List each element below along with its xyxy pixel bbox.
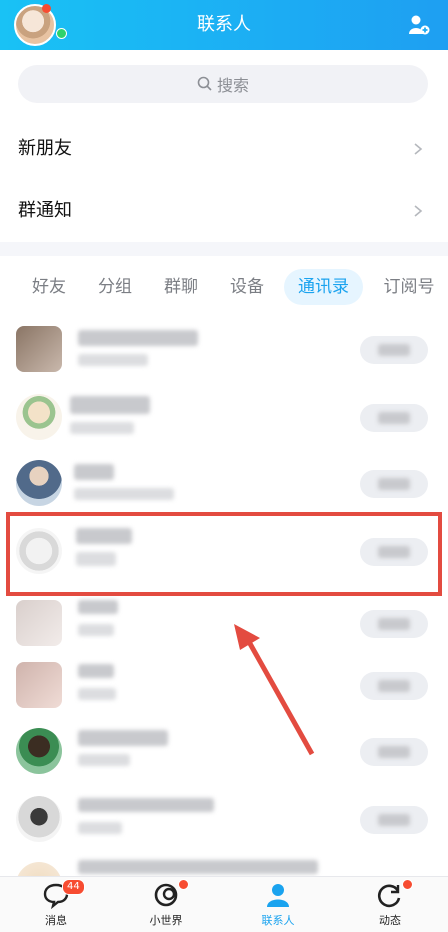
contact-avatar <box>16 862 62 876</box>
contact-row[interactable] <box>0 384 448 450</box>
contacts-person-icon <box>267 884 289 907</box>
tab-small-world[interactable]: 小世界 <box>126 877 206 932</box>
contact-name-blurred <box>78 330 198 346</box>
search-placeholder: 搜索 <box>216 76 249 95</box>
contact-info-blurred <box>74 488 174 500</box>
tab-contacts[interactable]: 联系人 <box>238 877 318 932</box>
search-icon <box>197 76 212 91</box>
contact-info-blurred <box>78 688 116 700</box>
annotation-arrow-icon <box>234 624 315 756</box>
group-notice-label: 群通知 <box>18 200 72 221</box>
contact-name-blurred <box>78 664 114 678</box>
tab-friends[interactable]: 好友 <box>22 264 76 310</box>
contact-action-button[interactable] <box>360 610 428 638</box>
contact-info-blurred <box>78 754 130 766</box>
contact-action-button[interactable] <box>360 470 428 498</box>
contact-action-button[interactable] <box>360 806 428 834</box>
contact-row[interactable] <box>0 852 448 876</box>
tab-small-world-label: 小世界 <box>149 914 183 927</box>
unread-badge: 44 <box>62 879 85 895</box>
contact-avatar <box>16 394 62 440</box>
contact-name-blurred <box>74 464 114 480</box>
contact-name-blurred <box>70 396 150 414</box>
contact-name-blurred <box>78 730 168 746</box>
add-friend-icon[interactable] <box>408 14 430 36</box>
tab-devices[interactable]: 设备 <box>220 264 274 310</box>
contact-avatar <box>16 326 62 372</box>
tab-address-book[interactable]: 通讯录 <box>284 269 363 305</box>
group-notice-row[interactable]: 群通知 <box>0 180 448 242</box>
tab-moments-label: 动态 <box>379 914 401 927</box>
contact-avatar <box>16 796 62 842</box>
tab-messages-label: 消息 <box>45 914 67 927</box>
highlight-box <box>6 512 442 596</box>
contact-action-button[interactable] <box>360 336 428 364</box>
tab-group-chats[interactable]: 群聊 <box>154 264 208 310</box>
contact-info-blurred <box>78 822 122 834</box>
contact-info-blurred <box>78 354 148 366</box>
top-bar: 联系人 <box>0 0 448 50</box>
contact-row[interactable] <box>0 316 448 382</box>
new-friends-label: 新朋友 <box>18 138 72 159</box>
contact-avatar <box>16 662 62 708</box>
contact-info-blurred <box>70 422 134 434</box>
bottom-tab-bar: 44 消息 小世界 联系人 动态 <box>0 876 448 932</box>
page-title: 联系人 <box>197 14 251 35</box>
tab-moments[interactable]: 动态 <box>350 877 430 932</box>
tab-messages[interactable]: 44 消息 <box>16 877 96 932</box>
contact-row[interactable] <box>0 590 448 656</box>
contact-action-button[interactable] <box>360 404 428 432</box>
contact-action-button[interactable] <box>360 738 428 766</box>
notification-dot <box>178 879 189 890</box>
tab-subscriptions[interactable]: 订阅号 <box>376 264 442 310</box>
contact-row[interactable] <box>0 652 448 718</box>
contact-tabs: 好友 分组 群聊 设备 通讯录 订阅号 <box>0 264 448 310</box>
contact-avatar <box>16 460 62 506</box>
small-world-icon <box>154 883 178 907</box>
notification-dot <box>402 879 413 890</box>
contact-avatar <box>16 600 62 646</box>
contact-row[interactable] <box>0 786 448 852</box>
contact-avatar <box>16 728 62 774</box>
contact-info-blurred <box>78 624 114 636</box>
contact-row[interactable] <box>0 718 448 784</box>
new-friends-row[interactable]: 新朋友 <box>0 118 448 180</box>
contact-name-blurred <box>78 860 318 874</box>
chevron-right-icon <box>414 143 423 155</box>
tab-groups[interactable]: 分组 <box>88 264 142 310</box>
contact-row[interactable] <box>0 450 448 516</box>
section-divider <box>0 242 448 256</box>
contact-name-blurred <box>78 798 214 812</box>
chevron-right-icon <box>414 205 423 217</box>
contact-action-button[interactable] <box>360 672 428 700</box>
search-bar[interactable]: 搜索 <box>18 65 428 103</box>
contact-name-blurred <box>78 600 118 614</box>
moments-refresh-icon <box>378 884 401 908</box>
tab-contacts-label: 联系人 <box>261 914 295 927</box>
